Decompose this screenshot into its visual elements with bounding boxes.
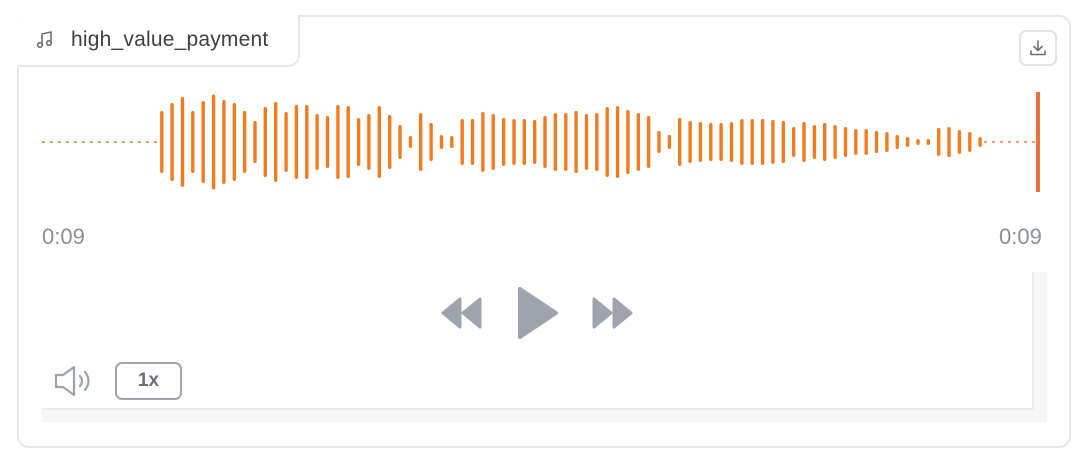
waveform-bar <box>895 135 899 149</box>
waveform-bar <box>667 135 672 149</box>
waveform-bar <box>688 121 692 163</box>
waveform-bar <box>388 115 392 169</box>
waveform-bar <box>553 113 558 171</box>
waveform-bar <box>429 123 433 161</box>
rewind-icon <box>441 297 482 329</box>
waveform-bar <box>916 139 920 145</box>
volume-icon <box>54 365 90 397</box>
volume-button[interactable] <box>51 363 97 399</box>
play-icon <box>518 287 558 339</box>
waveform-bar <box>605 107 609 177</box>
waveform-bar <box>346 106 350 178</box>
controls-panel-border-bottom <box>42 408 1034 410</box>
waveform[interactable] <box>0 0 1075 210</box>
play-button[interactable] <box>512 284 562 342</box>
waveform-bar <box>823 123 827 161</box>
waveform-bar <box>646 116 651 168</box>
waveform-bar <box>574 111 578 173</box>
waveform-bar <box>885 132 889 152</box>
waveform-bar <box>678 118 682 166</box>
waveform-bar <box>336 105 340 179</box>
waveform-bar <box>843 127 848 157</box>
waveform-bar <box>512 119 516 165</box>
controls-panel-edge <box>1034 272 1047 422</box>
waveform-bar <box>584 114 589 170</box>
waveform-bar <box>253 121 257 163</box>
waveform-bar <box>719 123 723 161</box>
fast-forward-button[interactable] <box>588 294 638 332</box>
waveform-bar <box>460 119 464 165</box>
waveform-bar <box>709 123 713 161</box>
fast-forward-icon <box>592 297 633 329</box>
waveform-bar <box>740 119 744 165</box>
rewind-button[interactable] <box>436 294 486 332</box>
waveform-bar <box>242 111 247 173</box>
waveform-bar <box>760 119 765 165</box>
waveform-bar <box>284 112 288 172</box>
waveform-bar <box>657 131 661 153</box>
playback-speed-button[interactable]: 1x <box>115 362 182 400</box>
waveform-bar <box>833 125 837 159</box>
waveform-bar <box>615 106 620 178</box>
waveform-bar <box>874 131 879 153</box>
waveform-bar <box>636 113 640 171</box>
waveform-bar <box>729 122 734 162</box>
waveform-bar <box>533 120 537 164</box>
waveform-bar <box>170 103 174 181</box>
waveform-bar <box>367 114 371 170</box>
playhead-cursor[interactable] <box>1036 92 1040 192</box>
waveform-bar <box>812 125 817 159</box>
waveform-bar <box>211 94 216 190</box>
waveform-bar <box>864 129 868 155</box>
waveform-bar <box>501 118 506 166</box>
waveform-bar <box>626 110 630 174</box>
waveform-bar <box>854 129 858 155</box>
waveform-bar <box>792 127 796 157</box>
waveform-bar <box>439 135 444 149</box>
duration-time: 0:09 <box>999 224 1042 249</box>
waveform-bar <box>356 118 361 166</box>
waveform-bar <box>905 137 910 147</box>
waveform-bar <box>802 122 806 162</box>
waveform-bar <box>274 102 278 182</box>
waveform-bar <box>750 119 754 165</box>
waveform-bar <box>957 130 962 154</box>
waveform-bar <box>937 128 941 156</box>
waveform-bar <box>926 139 930 145</box>
waveform-bar <box>522 119 526 165</box>
waveform-bar <box>232 103 236 181</box>
controls-panel-shadow <box>42 410 1047 422</box>
waveform-bar <box>698 122 703 162</box>
waveform-bar <box>978 137 982 147</box>
waveform-bar <box>377 106 381 178</box>
current-time: 0:09 <box>42 224 85 249</box>
waveform-bar <box>470 119 475 165</box>
waveform-bar <box>294 105 299 179</box>
waveform-bar <box>201 101 205 183</box>
waveform-bar <box>564 113 568 171</box>
controls-panel-border-right <box>1032 272 1034 410</box>
waveform-bar <box>398 125 402 159</box>
waveform-bar <box>222 100 226 184</box>
waveform-bar <box>160 111 164 173</box>
waveform-bar <box>543 116 547 168</box>
waveform-bar <box>325 116 330 168</box>
waveform-bar <box>450 136 454 148</box>
waveform-bar <box>315 114 319 170</box>
waveform-bar <box>947 127 951 157</box>
waveform-bar <box>408 136 413 148</box>
waveform-bar <box>491 114 495 170</box>
waveform-bar <box>191 111 195 173</box>
waveform-bar <box>180 97 185 187</box>
waveform-bar <box>305 105 309 179</box>
waveform-bar <box>419 113 423 171</box>
waveform-bar <box>781 121 785 163</box>
waveform-bar <box>481 112 485 172</box>
waveform-bar <box>263 107 267 177</box>
waveform-bar <box>771 120 775 164</box>
waveform-bar <box>595 113 599 171</box>
waveform-bar <box>968 132 972 152</box>
